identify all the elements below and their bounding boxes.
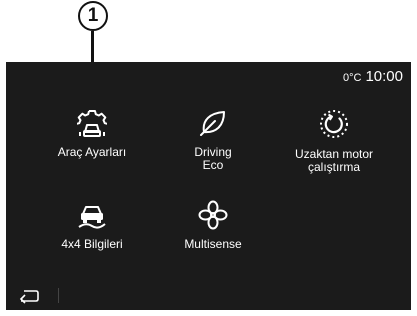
app-label: 4x4 Bilgileri xyxy=(61,237,123,251)
leaf-icon xyxy=(200,111,225,136)
clock: 10:00 xyxy=(365,68,403,85)
app-tile-driving-eco[interactable]: Driving Eco xyxy=(153,108,273,172)
bottom-navigation-bar xyxy=(6,282,411,310)
callout-marker: 1 xyxy=(78,1,108,31)
app-tile-remote-start[interactable]: Uzaktan motor çalıştırma xyxy=(274,108,394,174)
app-label: Driving Eco xyxy=(194,145,232,172)
bar-divider xyxy=(58,288,59,303)
remote-start-icon xyxy=(320,110,348,138)
outside-temperature: 0°C xyxy=(342,72,362,84)
app-label: Multisense xyxy=(184,237,242,251)
app-label: Uzaktan motor çalıştırma xyxy=(294,147,374,174)
app-tile-multisense[interactable]: Multisense xyxy=(153,200,273,251)
status-bar: 0°C 10:00 xyxy=(343,68,403,85)
app-label: Araç Ayarları xyxy=(57,145,127,159)
offroad-car-icon xyxy=(78,206,106,229)
back-arrow-icon[interactable] xyxy=(18,288,40,304)
multisense-icon xyxy=(198,200,228,230)
app-tile-vehicle-settings[interactable]: Araç Ayarları xyxy=(32,108,152,159)
multimedia-screen: 0°C 10:00 Araç Ayarları Driving Eco Uzak… xyxy=(6,62,411,310)
app-tile-4x4-info[interactable]: 4x4 Bilgileri xyxy=(32,200,152,251)
car-settings-icon xyxy=(77,110,107,137)
